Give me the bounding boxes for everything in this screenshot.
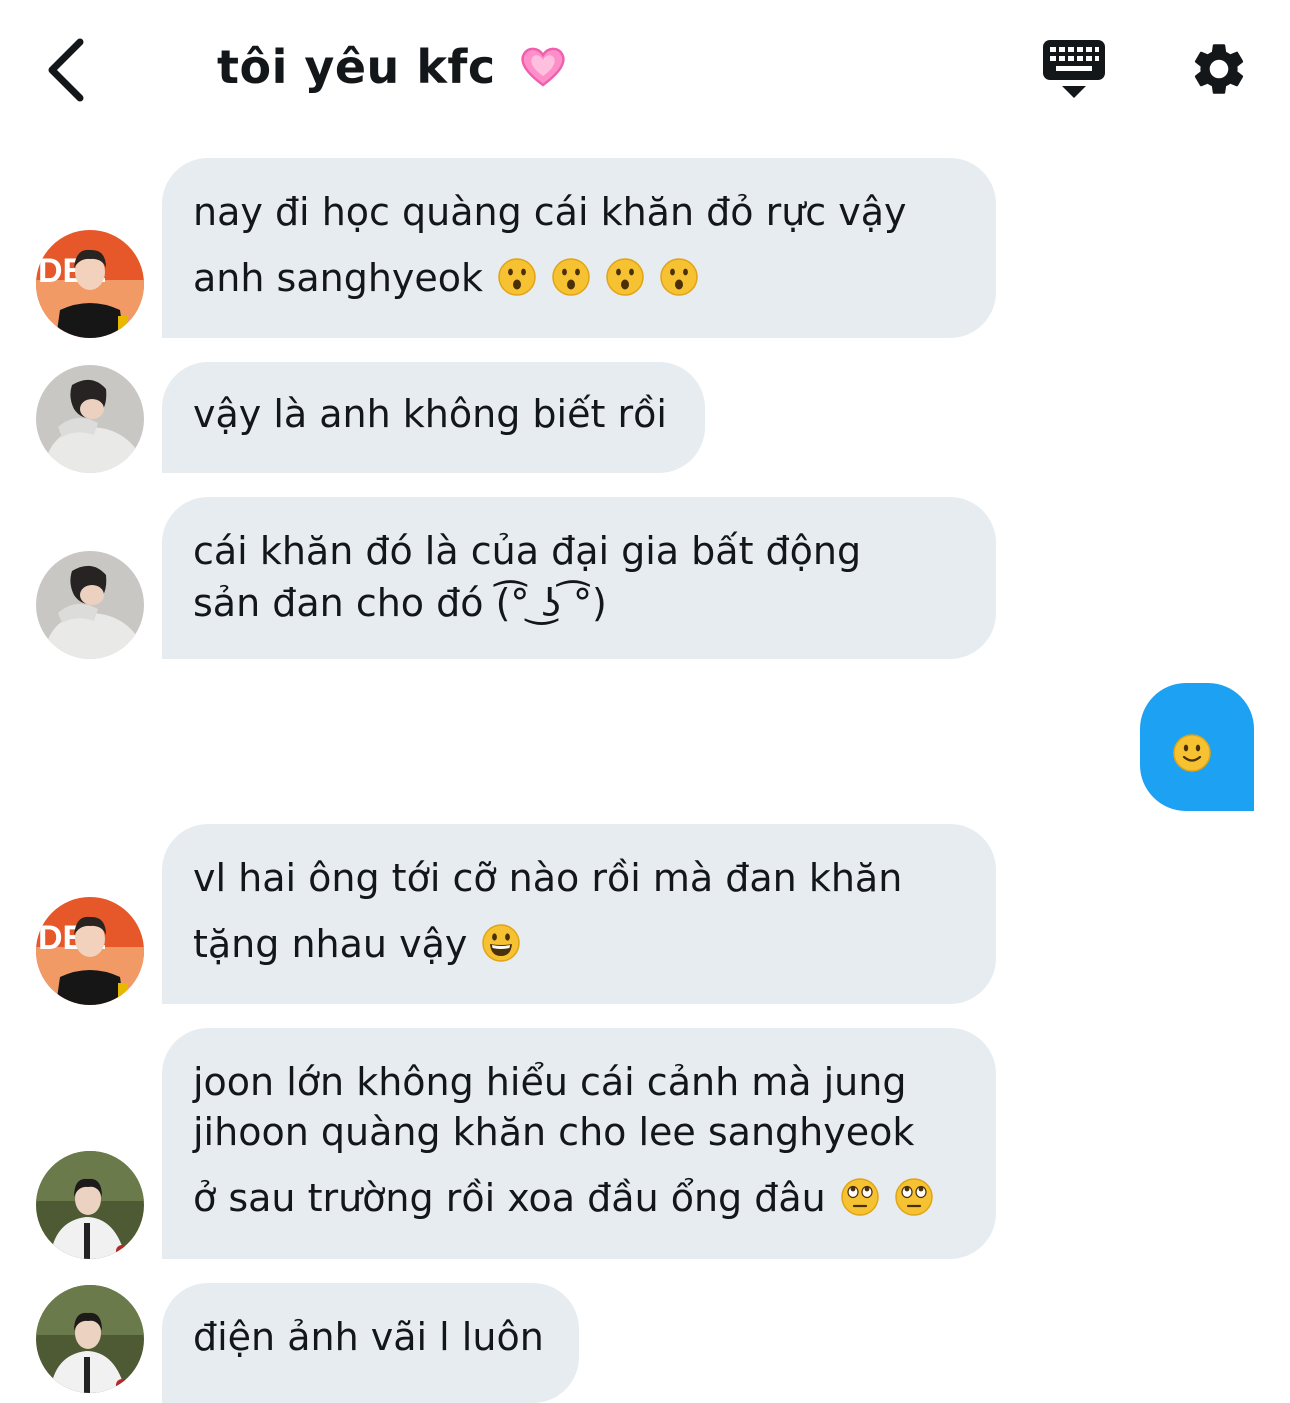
avatar-white-jacket bbox=[36, 1151, 144, 1259]
keyboard-icon bbox=[1043, 40, 1105, 98]
gear-icon bbox=[1194, 44, 1244, 94]
avatar-gray-jacket bbox=[36, 365, 144, 473]
avatar-white-jacket bbox=[36, 1285, 144, 1393]
hushed-face-icon bbox=[659, 257, 699, 297]
pink-heart-icon bbox=[521, 47, 565, 87]
sender-avatar[interactable] bbox=[36, 897, 144, 1005]
conversation-title: tôi yêu kfc bbox=[217, 40, 568, 94]
message-bubble[interactable]: joon lớn không hiểu cái cảnh mà jung jih… bbox=[162, 1028, 996, 1259]
outgoing-message-bubble[interactable] bbox=[1140, 683, 1254, 811]
rolling-eyes-face-icon bbox=[894, 1177, 934, 1217]
hushed-face-icon bbox=[605, 257, 645, 297]
message-line: sản đan cho đó (͡° ͜ʖ ͡°) bbox=[193, 581, 607, 625]
back-button[interactable] bbox=[40, 36, 100, 104]
chevron-left-icon bbox=[48, 38, 84, 102]
avatar-red-jersey bbox=[36, 897, 144, 1005]
hushed-face-icon bbox=[551, 257, 591, 297]
message-line: điện ảnh vãi l luôn bbox=[193, 1315, 544, 1359]
chat-header: tôi yêu kfc bbox=[0, 0, 1290, 140]
sender-avatar[interactable] bbox=[36, 365, 144, 473]
message-bubble[interactable]: cái khăn đó là của đại gia bất động sản … bbox=[162, 497, 996, 659]
conversation-title-text: tôi yêu kfc bbox=[217, 40, 496, 94]
sender-avatar[interactable] bbox=[36, 1151, 144, 1259]
message-bubble[interactable]: nay đi học quàng cái khăn đỏ rực vậy anh… bbox=[162, 158, 996, 338]
message-line: jihoon quàng khăn cho lee sanghyeok bbox=[193, 1110, 915, 1154]
sender-avatar[interactable] bbox=[36, 551, 144, 659]
keyboard-button[interactable] bbox=[1042, 38, 1106, 104]
avatar-gray-jacket bbox=[36, 551, 144, 659]
message-bubble[interactable]: vậy là anh không biết rồi bbox=[162, 362, 705, 473]
avatar-red-jersey bbox=[36, 230, 144, 338]
message-line: joon lớn không hiểu cái cảnh mà jung bbox=[193, 1060, 907, 1104]
message-line: cái khăn đó là của đại gia bất động bbox=[193, 529, 862, 573]
settings-button[interactable] bbox=[1188, 38, 1250, 100]
hushed-face-icon bbox=[497, 257, 537, 297]
message-line: nay đi học quàng cái khăn đỏ rực vậy bbox=[193, 190, 907, 234]
message-line: vậy là anh không biết rồi bbox=[193, 392, 667, 436]
message-text: ở sau trường rồi xoa đầu ổng đâu bbox=[193, 1176, 826, 1220]
message-line: anh sanghyeok bbox=[193, 256, 699, 300]
slightly-smiling-face-icon bbox=[1172, 733, 1212, 773]
message-bubble[interactable]: điện ảnh vãi l luôn bbox=[162, 1283, 579, 1403]
message-line: tặng nhau vậy bbox=[193, 922, 521, 966]
message-bubble[interactable]: vl hai ông tới cỡ nào rồi mà đan khăn tặ… bbox=[162, 824, 996, 1004]
rolling-eyes-face-icon bbox=[840, 1177, 880, 1217]
grinning-face-icon bbox=[481, 923, 521, 963]
message-text: anh sanghyeok bbox=[193, 256, 484, 300]
sender-avatar[interactable] bbox=[36, 230, 144, 338]
message-line: vl hai ông tới cỡ nào rồi mà đan khăn bbox=[193, 856, 903, 900]
message-text: tặng nhau vậy bbox=[193, 922, 468, 966]
sender-avatar[interactable] bbox=[36, 1285, 144, 1393]
message-line: ở sau trường rồi xoa đầu ổng đâu bbox=[193, 1176, 934, 1220]
